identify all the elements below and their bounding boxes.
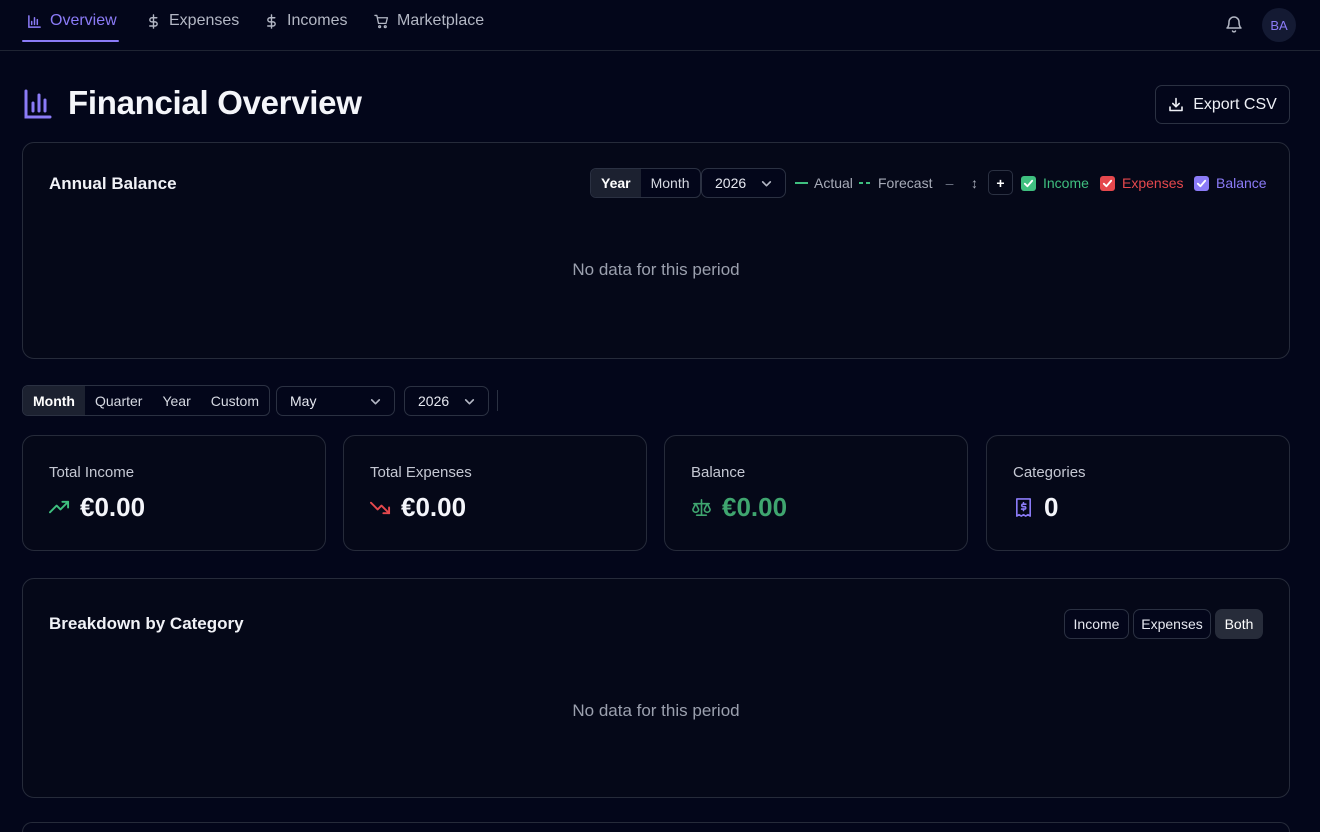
month-value: May — [290, 393, 317, 409]
nav-tab-expenses[interactable]: Expenses — [146, 0, 239, 42]
bar-chart-icon — [28, 14, 41, 28]
legend-actual-label: Actual — [814, 175, 853, 191]
trending-up-icon — [49, 500, 70, 514]
check-icon — [1102, 179, 1113, 187]
download-icon — [1169, 97, 1184, 111]
export-csv-label: Export CSV — [1193, 95, 1277, 113]
period-year-select[interactable]: 2026 — [404, 386, 489, 416]
stat-label: Total Expenses — [370, 464, 472, 481]
stat-value-row: 0 — [1013, 492, 1058, 523]
stat-card-categories: Categories 0 — [986, 435, 1290, 551]
solid-line-icon — [795, 182, 808, 184]
page-title: Financial Overview — [68, 84, 362, 121]
period-option-month[interactable]: Month — [23, 386, 85, 415]
dollar-icon — [267, 13, 276, 29]
nav-tab-incomes[interactable]: Incomes — [264, 0, 347, 42]
stat-value-row: €0.00 — [49, 492, 145, 523]
stat-value: €0.00 — [401, 492, 467, 522]
next-card-edge — [22, 822, 1290, 832]
month-select[interactable]: May — [276, 386, 395, 416]
period-year-value: 2026 — [418, 393, 450, 409]
toggle-expenses-label: Expenses — [1122, 175, 1184, 191]
nav-tab-label: Expenses — [169, 12, 240, 29]
stat-label: Balance — [691, 464, 746, 481]
toggle-balance[interactable]: Balance — [1194, 175, 1267, 191]
stat-value: 0 — [1044, 492, 1059, 522]
stat-value: €0.00 — [80, 492, 146, 522]
cart-icon — [374, 14, 389, 28]
avatar[interactable]: BA — [1262, 8, 1296, 42]
annual-year-value: 2026 — [715, 175, 747, 191]
legend-forecast: Forecast — [859, 175, 932, 191]
toggle-expenses[interactable]: Expenses — [1100, 175, 1183, 191]
toggle-balance-label: Balance — [1216, 175, 1267, 191]
stat-card-total-expenses: Total Expenses €0.00 — [343, 435, 647, 551]
filter-expenses-button[interactable]: Expenses — [1133, 609, 1211, 639]
stat-value-row: €0.00 — [370, 492, 466, 523]
filter-income-button[interactable]: Income — [1064, 609, 1129, 639]
annual-empty-message: No data for this period — [572, 260, 740, 279]
stat-card-total-income: Total Income €0.00 — [22, 435, 326, 551]
view-toggle: Year Month — [590, 168, 701, 198]
check-icon — [1196, 179, 1207, 187]
toggle-income-label: Income — [1043, 175, 1089, 191]
zoom-out-button[interactable]: – — [937, 170, 962, 195]
filter-both-button[interactable]: Both — [1215, 609, 1263, 639]
trending-down-icon — [370, 501, 391, 515]
period-toggle: Month Quarter Year Custom — [22, 385, 270, 416]
nav-tab-label: Marketplace — [397, 12, 485, 29]
nav-tab-label: Incomes — [287, 12, 348, 29]
annual-balance-card: Annual Balance Year Month 2026 Actual Fo… — [22, 142, 1290, 359]
zoom-in-button[interactable]: + — [988, 170, 1013, 195]
chevron-down-icon — [370, 398, 381, 404]
stat-label: Categories — [1013, 464, 1086, 481]
dollar-icon — [149, 13, 158, 29]
view-option-month[interactable]: Month — [641, 169, 700, 197]
stat-value: €0.00 — [722, 492, 788, 522]
stat-value-row: €0.00 — [691, 492, 787, 523]
receipt-icon — [1016, 498, 1031, 517]
stat-label: Total Income — [49, 464, 135, 481]
checkbox[interactable] — [1194, 175, 1209, 191]
chevron-down-icon — [761, 180, 772, 186]
bell-icon[interactable] — [1224, 14, 1244, 34]
stat-card-balance: Balance €0.00 — [664, 435, 968, 551]
period-option-custom[interactable]: Custom — [201, 386, 269, 415]
toggle-income[interactable]: Income — [1021, 175, 1089, 191]
nav-tab-label: Overview — [50, 12, 117, 29]
nav-tab-overview[interactable]: Overview — [22, 0, 119, 42]
breakdown-title: Breakdown by Category — [49, 614, 244, 633]
scale-icon — [692, 499, 711, 516]
checkbox[interactable] — [1100, 175, 1115, 191]
check-icon — [1023, 179, 1034, 187]
top-navigation: Overview Expenses Incomes Marketplace BA — [0, 0, 1320, 51]
view-option-year[interactable]: Year — [591, 169, 641, 197]
period-option-quarter[interactable]: Quarter — [85, 386, 152, 415]
legend-forecast-label: Forecast — [878, 175, 933, 191]
filter-divider — [497, 390, 498, 411]
nav-tab-marketplace[interactable]: Marketplace — [374, 0, 484, 42]
period-option-year[interactable]: Year — [152, 386, 200, 415]
bar-chart-icon — [24, 89, 52, 119]
chevron-down-icon — [464, 398, 475, 404]
annual-balance-title: Annual Balance — [49, 174, 177, 193]
checkbox[interactable] — [1021, 175, 1036, 191]
export-csv-button[interactable]: Export CSV — [1155, 85, 1290, 124]
dashed-line-icon — [859, 182, 872, 184]
annual-year-select[interactable]: 2026 — [701, 168, 786, 198]
reset-zoom-button[interactable]: ↕ — [962, 170, 987, 195]
breakdown-empty-message: No data for this period — [572, 701, 740, 720]
legend-actual: Actual — [795, 175, 853, 191]
